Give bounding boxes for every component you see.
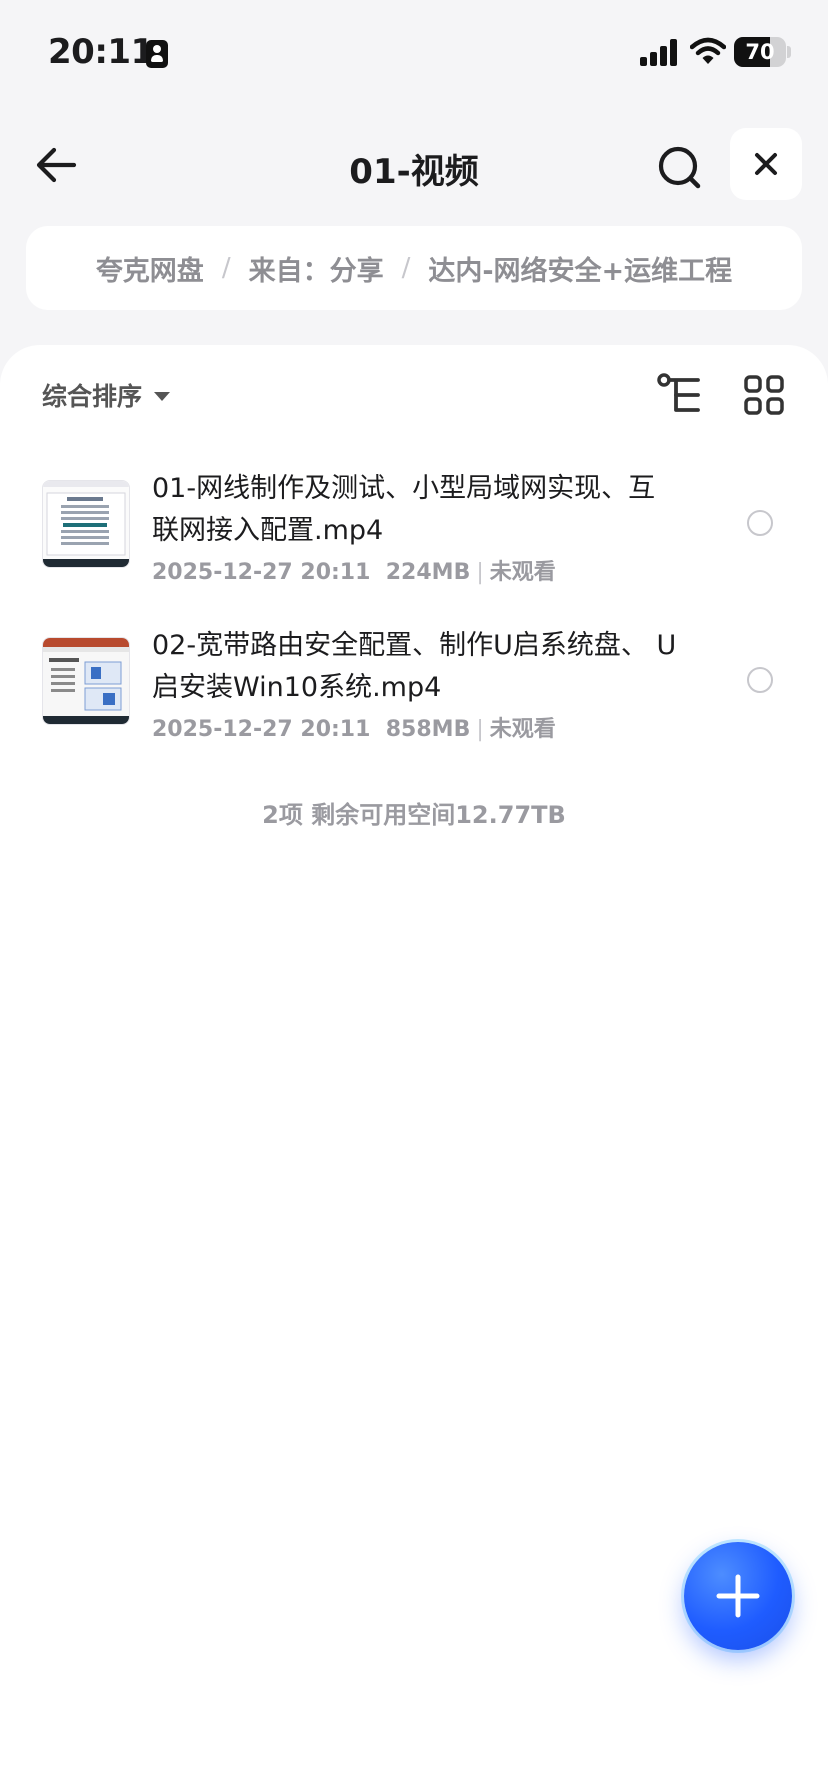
sort-label: 综合排序 — [42, 382, 143, 411]
watch-status: 未观看 — [489, 717, 556, 742]
add-button[interactable] — [684, 1542, 792, 1650]
meta-divider: | — [476, 717, 484, 742]
watch-status: 未观看 — [489, 560, 556, 585]
video-thumbnail — [42, 637, 130, 725]
video-thumbnail — [42, 480, 130, 568]
select-radio[interactable] — [747, 510, 773, 536]
file-row[interactable]: 02-宽带路由安全配置、制作U启系统盘、 U启安装Win10系统.mp4 202… — [0, 625, 828, 775]
tree-view-icon — [657, 373, 700, 412]
plus-icon — [716, 1574, 760, 1618]
contact-card-icon — [146, 40, 168, 68]
header: 01-视频 — [0, 120, 828, 210]
back-button[interactable] — [30, 140, 86, 190]
file-row[interactable]: 01-网线制作及测试、小型局域网实现、互联网接入配置.mp4 2025-12-2… — [0, 468, 828, 618]
sort-dropdown[interactable]: 综合排序 — [42, 377, 171, 413]
file-date: 2025-12-27 20:11 — [152, 717, 371, 742]
grid-view-button[interactable] — [744, 375, 784, 415]
caret-down-icon — [154, 391, 171, 401]
search-icon — [658, 146, 701, 189]
storage-summary: 2项 剩余可用空间12.77TB — [262, 801, 566, 829]
breadcrumb-item-share[interactable]: 来自：分享 — [249, 249, 384, 288]
breadcrumb-separator: / — [221, 253, 231, 283]
file-date: 2025-12-27 20:11 — [152, 560, 371, 585]
file-size: 224MB — [385, 560, 471, 585]
battery-percent: 70 — [745, 40, 775, 64]
search-button[interactable] — [652, 140, 708, 196]
file-meta: 2025-12-27 20:11 858MB | 未观看 — [152, 711, 556, 743]
file-size: 858MB — [385, 717, 471, 742]
close-icon — [755, 153, 777, 175]
arrow-left-icon — [36, 147, 77, 183]
status-bar: 20:11 70 — [0, 0, 828, 100]
wifi-icon — [690, 37, 726, 64]
file-name: 02-宽带路由安全配置、制作U启系统盘、 U启安装Win10系统.mp4 — [152, 630, 677, 703]
breadcrumb-separator: / — [401, 253, 411, 283]
file-name: 01-网线制作及测试、小型局域网实现、互联网接入配置.mp4 — [152, 473, 656, 546]
select-radio[interactable] — [747, 667, 773, 693]
close-button[interactable] — [730, 128, 802, 200]
cellular-signal-icon — [640, 38, 680, 66]
breadcrumb: 夸克网盘 / 来自：分享 / 达内-网络安全+运维工程 — [26, 226, 802, 310]
breadcrumb-item-folder[interactable]: 达内-网络安全+运维工程 — [428, 249, 732, 288]
grid-view-icon — [744, 375, 784, 415]
file-meta: 2025-12-27 20:11 224MB | 未观看 — [152, 554, 556, 586]
tree-view-button[interactable] — [656, 373, 704, 417]
battery-tip — [787, 46, 791, 58]
battery-icon: 70 — [734, 37, 786, 67]
meta-divider: | — [476, 560, 484, 585]
status-time: 20:11 — [48, 32, 154, 72]
breadcrumb-item-root[interactable]: 夸克网盘 — [96, 249, 204, 288]
